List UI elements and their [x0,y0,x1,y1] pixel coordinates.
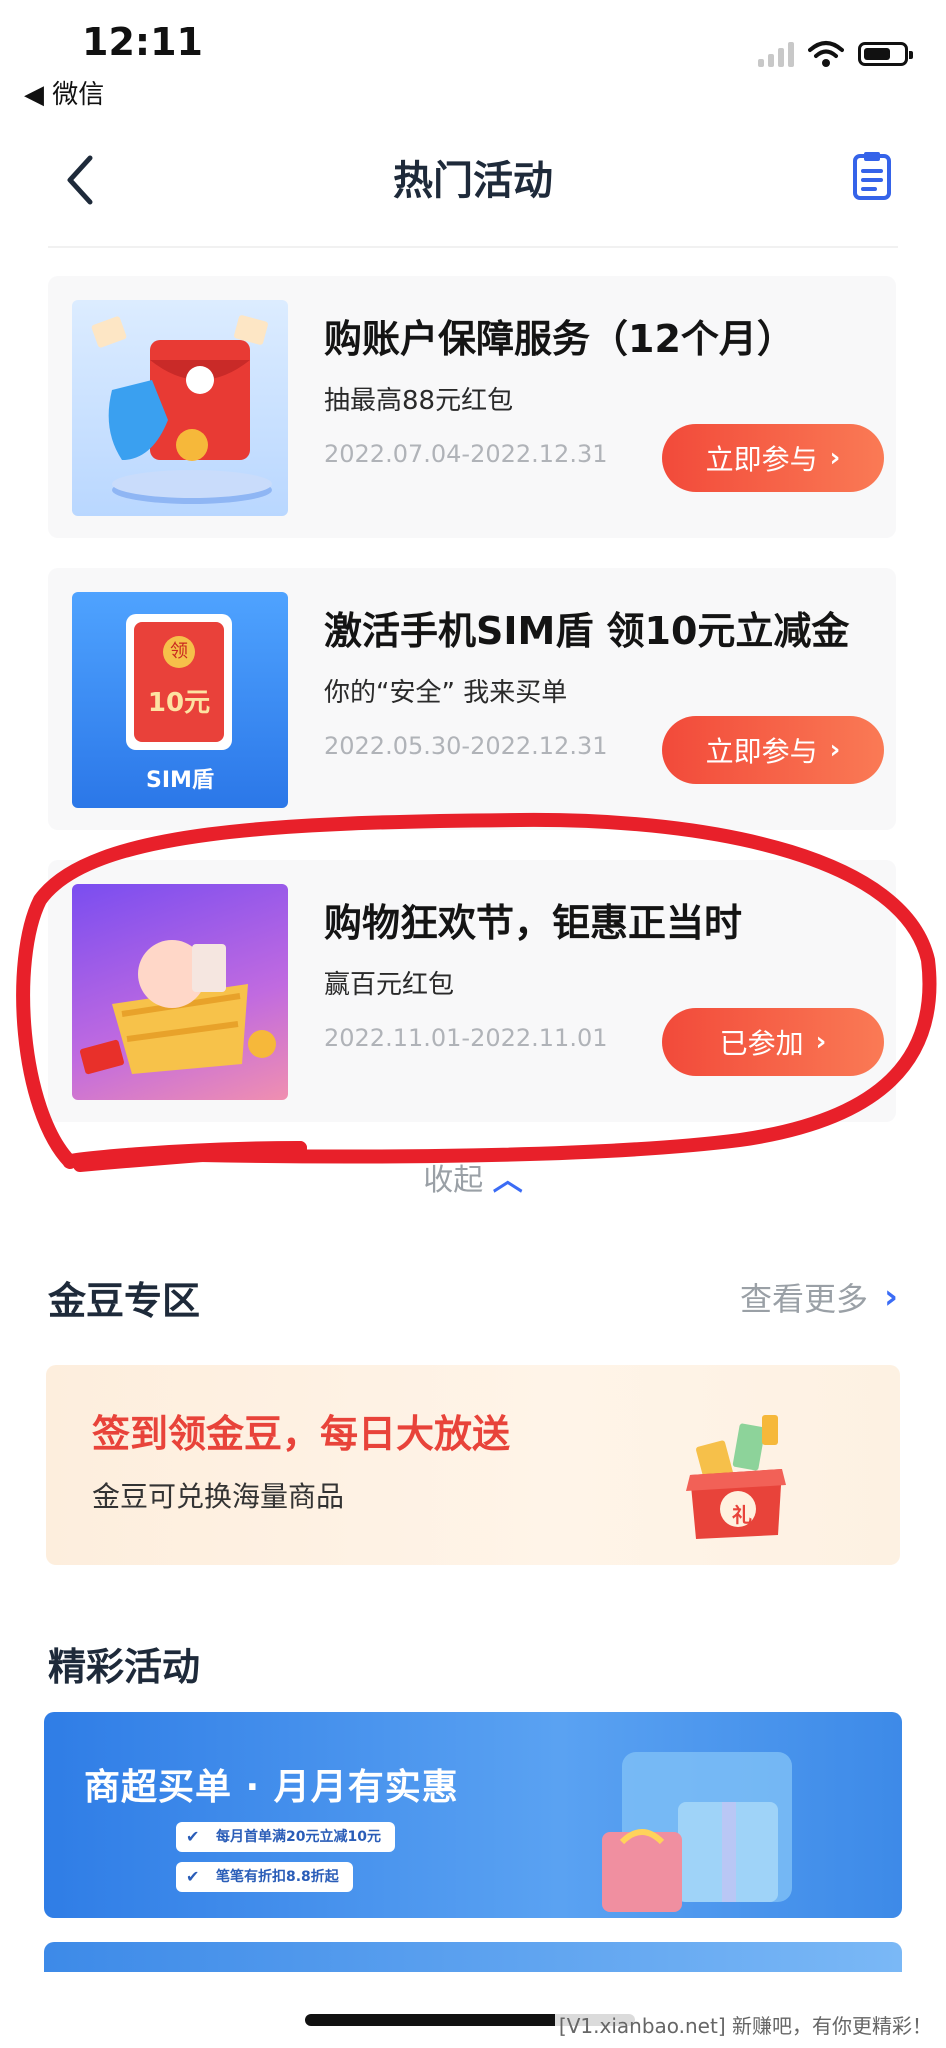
clipboard-icon[interactable] [852,150,892,200]
joined-button-label: 已参加 [719,1027,804,1060]
view-more-link[interactable]: 查看更多 › [740,1274,898,1320]
red-envelope-shield-illustration [91,315,272,504]
chevron-right-icon: › [815,1027,827,1057]
activity-subtitle: 抽最高88元红包 [324,386,514,416]
status-icons [758,40,913,68]
join-now-button[interactable]: 立即参与 › [662,424,884,492]
activity-card-sim-shield[interactable]: 领 10元 SIM盾 激活手机SIM盾 领10元立减金 你的“安全” 我来买单 … [48,568,896,830]
promo-tag: 笔笔有折扣8.8折起 [176,1862,353,1892]
activity-date: 2022.07.04-2022.12.31 [324,440,608,468]
status-time: 12:11 [82,20,203,64]
activity-subtitle: 你的“安全” 我来买单 [324,678,568,708]
promo-title: 商超买单 · 月月有实惠 [84,1767,459,1808]
collapse-toggle[interactable]: 收起 ︿ [0,1155,946,1199]
chevron-right-icon: › [829,735,841,765]
collapse-label: 收起 [423,1163,484,1198]
gift-box-icon [686,1415,786,1539]
featured-section-title: 精彩活动 [48,1645,201,1689]
shopping-festival-thumbnail [72,884,288,1100]
back-to-wechat-link[interactable]: ◀ 微信 [24,74,104,111]
shopping-basket-illustration [79,940,276,1075]
next-banner-peek[interactable] [44,1942,902,1972]
chevron-right-icon: › [829,443,841,473]
activity-title: 激活手机SIM盾 领10元立减金 [324,609,850,653]
gold-bean-banner[interactable]: 签到领金豆，每日大放送 金豆可兑换海量商品 礼 [46,1365,900,1565]
activity-title: 购账户保障服务（12个月） [324,317,795,361]
sim-shield-thumbnail: 领 10元 SIM盾 [72,592,288,808]
wifi-icon [808,41,844,67]
activity-title: 购物狂欢节，钜惠正当时 [324,901,743,945]
join-button-label: 立即参与 [705,443,818,476]
thumb-badge: 领 [163,636,195,668]
banner-title: 签到领金豆，每日大放送 [92,1412,511,1456]
battery-icon [858,42,913,66]
activity-date: 2022.05.30-2022.12.31 [324,732,608,760]
thumb-brand: SIM盾 [146,768,214,793]
gift-character: 礼 [732,1503,752,1527]
chevron-right-icon: › [883,1277,898,1317]
activity-card-account-protection[interactable]: 购账户保障服务（12个月） 抽最高88元红包 2022.07.04-2022.1… [48,276,896,538]
join-now-button[interactable]: 立即参与 › [662,716,884,784]
joined-button[interactable]: 已参加 › [662,1008,884,1076]
top-divider [48,246,898,248]
cellular-signal-icon [758,41,794,67]
join-button-label: 立即参与 [705,735,818,768]
gift-illustration [602,1752,792,1912]
activity-date: 2022.11.01-2022.11.01 [324,1024,608,1052]
account-protection-thumbnail [72,300,288,516]
activity-subtitle: 赢百元红包 [324,970,455,1000]
activity-card-shopping-festival[interactable]: 购物狂欢节，钜惠正当时 赢百元红包 2022.11.01-2022.11.01 … [48,860,896,1122]
chevron-up-icon: ︿ [492,1163,523,1198]
supermarket-promo-banner[interactable]: 商超买单 · 月月有实惠 每月首单满20元立减10元 笔笔有折扣8.8折起 [44,1712,902,1918]
thumb-amount: 10元 [147,688,211,718]
gold-bean-section-title: 金豆专区 [48,1279,201,1323]
view-more-label: 查看更多 [739,1280,868,1318]
promo-tag: 每月首单满20元立减10元 [176,1822,395,1852]
banner-subtitle: 金豆可兑换海量商品 [92,1480,345,1513]
page-title: 热门活动 [393,158,553,204]
watermark: [V1.xianbao.net] 新赚吧，有你更精彩！ [554,2010,936,2039]
